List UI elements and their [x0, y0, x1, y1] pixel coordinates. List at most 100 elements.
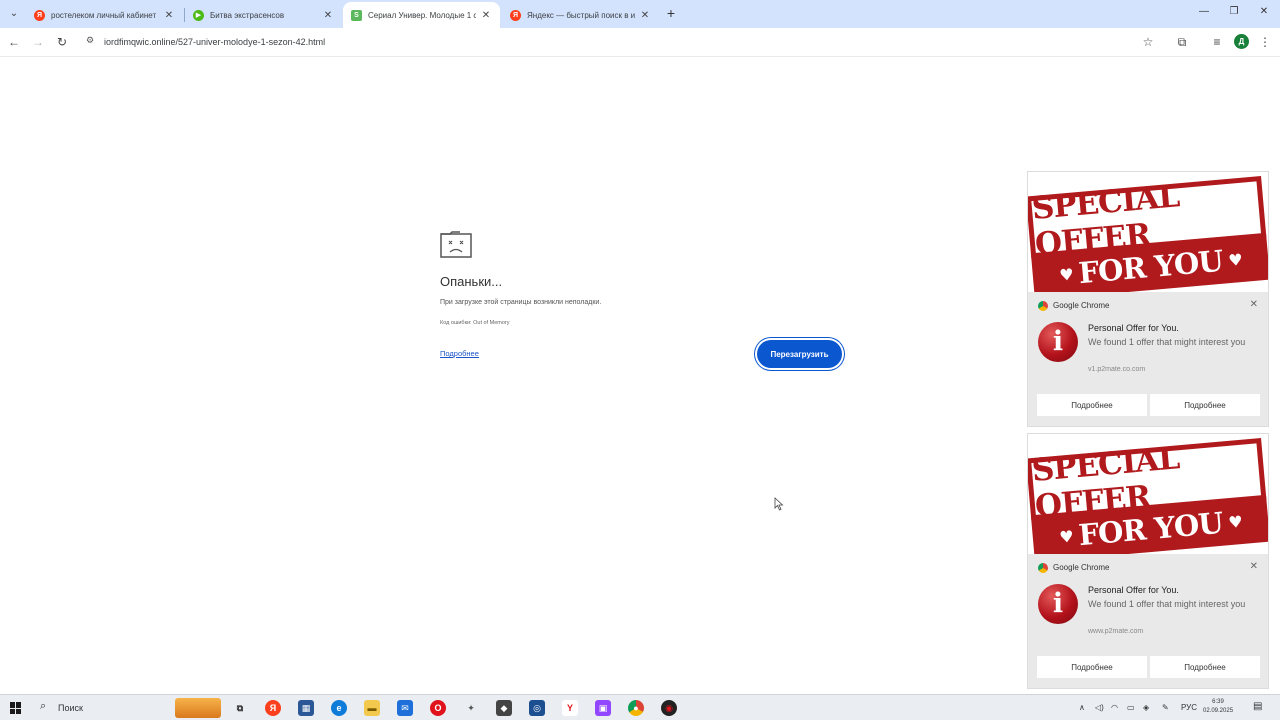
notification-header: Google Chrome ✕	[1028, 554, 1268, 580]
special-offer-stamp: SPECIAL OFFER ♥ FOR YOU ♥	[1028, 438, 1268, 554]
search-highlight-image[interactable]	[175, 698, 221, 718]
yandex-icon[interactable]: Y	[562, 700, 578, 716]
tab-title: Битва экстрасенсов	[210, 10, 285, 20]
network-tool-icon[interactable]: ✦	[463, 700, 479, 716]
error-code: Код ошибки: Out of Memory	[440, 320, 510, 326]
restore-button[interactable]: ❐	[1227, 6, 1241, 17]
notification-title: Personal Offer for You.	[1088, 585, 1179, 595]
notification-text: We found 1 offer that might interest you	[1088, 599, 1246, 609]
heart-icon: ♥	[1058, 264, 1074, 285]
details-button[interactable]: Подробнее	[1150, 394, 1260, 416]
edge-icon[interactable]: e	[331, 700, 347, 716]
close-icon[interactable]: ✕	[163, 10, 175, 21]
chrome-icon	[1038, 563, 1048, 573]
address-bar[interactable]: ⚙ iordfimqwic.online/527-univer-molodye-…	[80, 31, 1164, 54]
search-icon[interactable]: ⌕	[40, 700, 46, 713]
heart-icon: ♥	[1058, 526, 1074, 547]
notification-app: Google Chrome	[1053, 301, 1110, 310]
extensions-icon[interactable]: ⧉	[1174, 34, 1190, 50]
app-icon[interactable]: ◎	[529, 700, 545, 716]
chrome-icon[interactable]: ●	[628, 700, 644, 716]
tab-title: ростелеком личный кабинет	[51, 10, 157, 20]
mouse-cursor-icon	[774, 497, 784, 511]
taskbar-search[interactable]: Поиск	[58, 703, 83, 713]
tab-rostelecom[interactable]: Я ростелеком личный кабинет ✕	[26, 2, 183, 28]
opera-icon[interactable]: O	[430, 700, 446, 716]
special-offer-banner: SPECIAL OFFER ♥ FOR YOU ♥	[1028, 434, 1268, 554]
notification-card[interactable]: SPECIAL OFFER ♥ FOR YOU ♥ Google Chrome …	[1027, 171, 1269, 427]
new-tab-button[interactable]: +	[664, 5, 678, 21]
media-queue-icon[interactable]: ≡	[1209, 34, 1225, 50]
start-button[interactable]	[10, 702, 22, 714]
mail-icon[interactable]: ✉	[397, 700, 413, 716]
details-button[interactable]: Подробнее	[1150, 656, 1260, 678]
details-button[interactable]: Подробнее	[1037, 656, 1147, 678]
back-button[interactable]: ←	[6, 34, 22, 50]
tab-strip: ⌄ Я ростелеком личный кабинет ✕ ▶ Битва …	[0, 0, 1280, 28]
forward-button[interactable]: →	[30, 34, 46, 50]
tab-yandex[interactable]: Я Яндекс — быстрый поиск в ин ✕	[502, 2, 659, 28]
close-window-button[interactable]: ✕	[1257, 6, 1271, 17]
close-icon[interactable]: ✕	[1250, 561, 1258, 572]
notification-source: v1.p2mate.co.com	[1088, 366, 1146, 373]
special-offer-stamp: SPECIAL OFFER ♥ FOR YOU ♥	[1028, 176, 1268, 292]
close-icon[interactable]: ✕	[322, 10, 334, 21]
chevron-up-icon[interactable]: ∧	[1079, 703, 1085, 712]
close-icon[interactable]: ✕	[480, 10, 492, 21]
shield-icon[interactable]: ◆	[496, 700, 512, 716]
yandex-browser-icon[interactable]: Я	[265, 700, 281, 716]
tab-search-button[interactable]: ⌄	[5, 5, 23, 23]
heart-icon: ♥	[1227, 249, 1243, 270]
notification-source: www.p2mate.com	[1088, 628, 1144, 635]
tab-title: Сериал Универ. Молодые 1 се	[368, 10, 476, 20]
notification-title: Personal Offer for You.	[1088, 323, 1179, 333]
notification-body: i Personal Offer for You. We found 1 off…	[1028, 580, 1268, 652]
banner-line-2: FOR YOU	[1077, 505, 1224, 553]
reload-icon[interactable]: ↻	[54, 34, 70, 50]
taskbar: ⌕ Поиск ⧉ Я ▦ e ▬ ✉ O ✦ ◆ ◎ Y ▣ ● ◉ ∧ ◁)…	[0, 694, 1280, 720]
details-link[interactable]: Подробнее	[440, 349, 479, 358]
network-icon[interactable]: ◠	[1111, 703, 1118, 712]
details-button[interactable]: Подробнее	[1037, 394, 1147, 416]
clock-time: 6:39	[1212, 699, 1224, 705]
task-view-icon[interactable]: ⧉	[232, 700, 248, 716]
app-icon[interactable]: ◉	[661, 700, 677, 716]
notification-header: Google Chrome ✕	[1028, 292, 1268, 318]
file-explorer-icon[interactable]: ▬	[364, 700, 380, 716]
tab-bitva[interactable]: ▶ Битва экстрасенсов ✕	[185, 2, 342, 28]
menu-kebab-icon[interactable]: ⋮	[1257, 34, 1273, 50]
profile-avatar[interactable]: Д	[1234, 34, 1249, 49]
minimize-button[interactable]: —	[1197, 6, 1211, 17]
site-icon: S	[351, 9, 362, 21]
banner-line-2: FOR YOU	[1077, 243, 1224, 291]
language-indicator[interactable]: РУС	[1181, 703, 1197, 712]
close-icon[interactable]: ✕	[639, 10, 651, 21]
notification-actions: Подробнее Подробнее	[1028, 652, 1268, 688]
info-icon: i	[1038, 584, 1078, 624]
battery-icon[interactable]: ▭	[1127, 703, 1135, 712]
notification-app: Google Chrome	[1053, 563, 1110, 572]
reload-button[interactable]: Перезагрузить	[757, 340, 842, 368]
bookmark-star-icon[interactable]: ☆	[1140, 34, 1156, 50]
notification-text: We found 1 offer that might interest you	[1088, 337, 1246, 347]
twitch-icon[interactable]: ▣	[595, 700, 611, 716]
site-info-icon[interactable]: ⚙	[86, 35, 94, 46]
browser-toolbar: ← → ↻ ⚙ iordfimqwic.online/527-univer-mo…	[0, 28, 1280, 57]
tray-app-icon[interactable]: ✎	[1162, 703, 1169, 712]
yandex-icon: Я	[510, 9, 521, 21]
speaker-icon[interactable]: ◁)	[1095, 703, 1104, 712]
tab-title: Яндекс — быстрый поиск в ин	[527, 10, 635, 20]
clock[interactable]: 6:39 02.09.2025	[1203, 698, 1233, 716]
error-title: Опаньки...	[440, 274, 503, 289]
notification-card[interactable]: SPECIAL OFFER ♥ FOR YOU ♥ Google Chrome …	[1027, 433, 1269, 689]
security-icon[interactable]: ◈	[1143, 703, 1149, 712]
notification-actions: Подробнее Подробнее	[1028, 390, 1268, 426]
url-text: iordfimqwic.online/527-univer-molodye-1-…	[104, 37, 326, 47]
tab-univer[interactable]: S Сериал Универ. Молодые 1 се ✕	[343, 2, 500, 28]
calculator-icon[interactable]: ▦	[298, 700, 314, 716]
close-icon[interactable]: ✕	[1250, 299, 1258, 310]
clock-date: 02.09.2025	[1203, 708, 1234, 714]
notification-center-icon[interactable]: ▤	[1253, 701, 1262, 712]
chrome-icon	[1038, 301, 1048, 311]
info-icon: i	[1038, 322, 1078, 362]
